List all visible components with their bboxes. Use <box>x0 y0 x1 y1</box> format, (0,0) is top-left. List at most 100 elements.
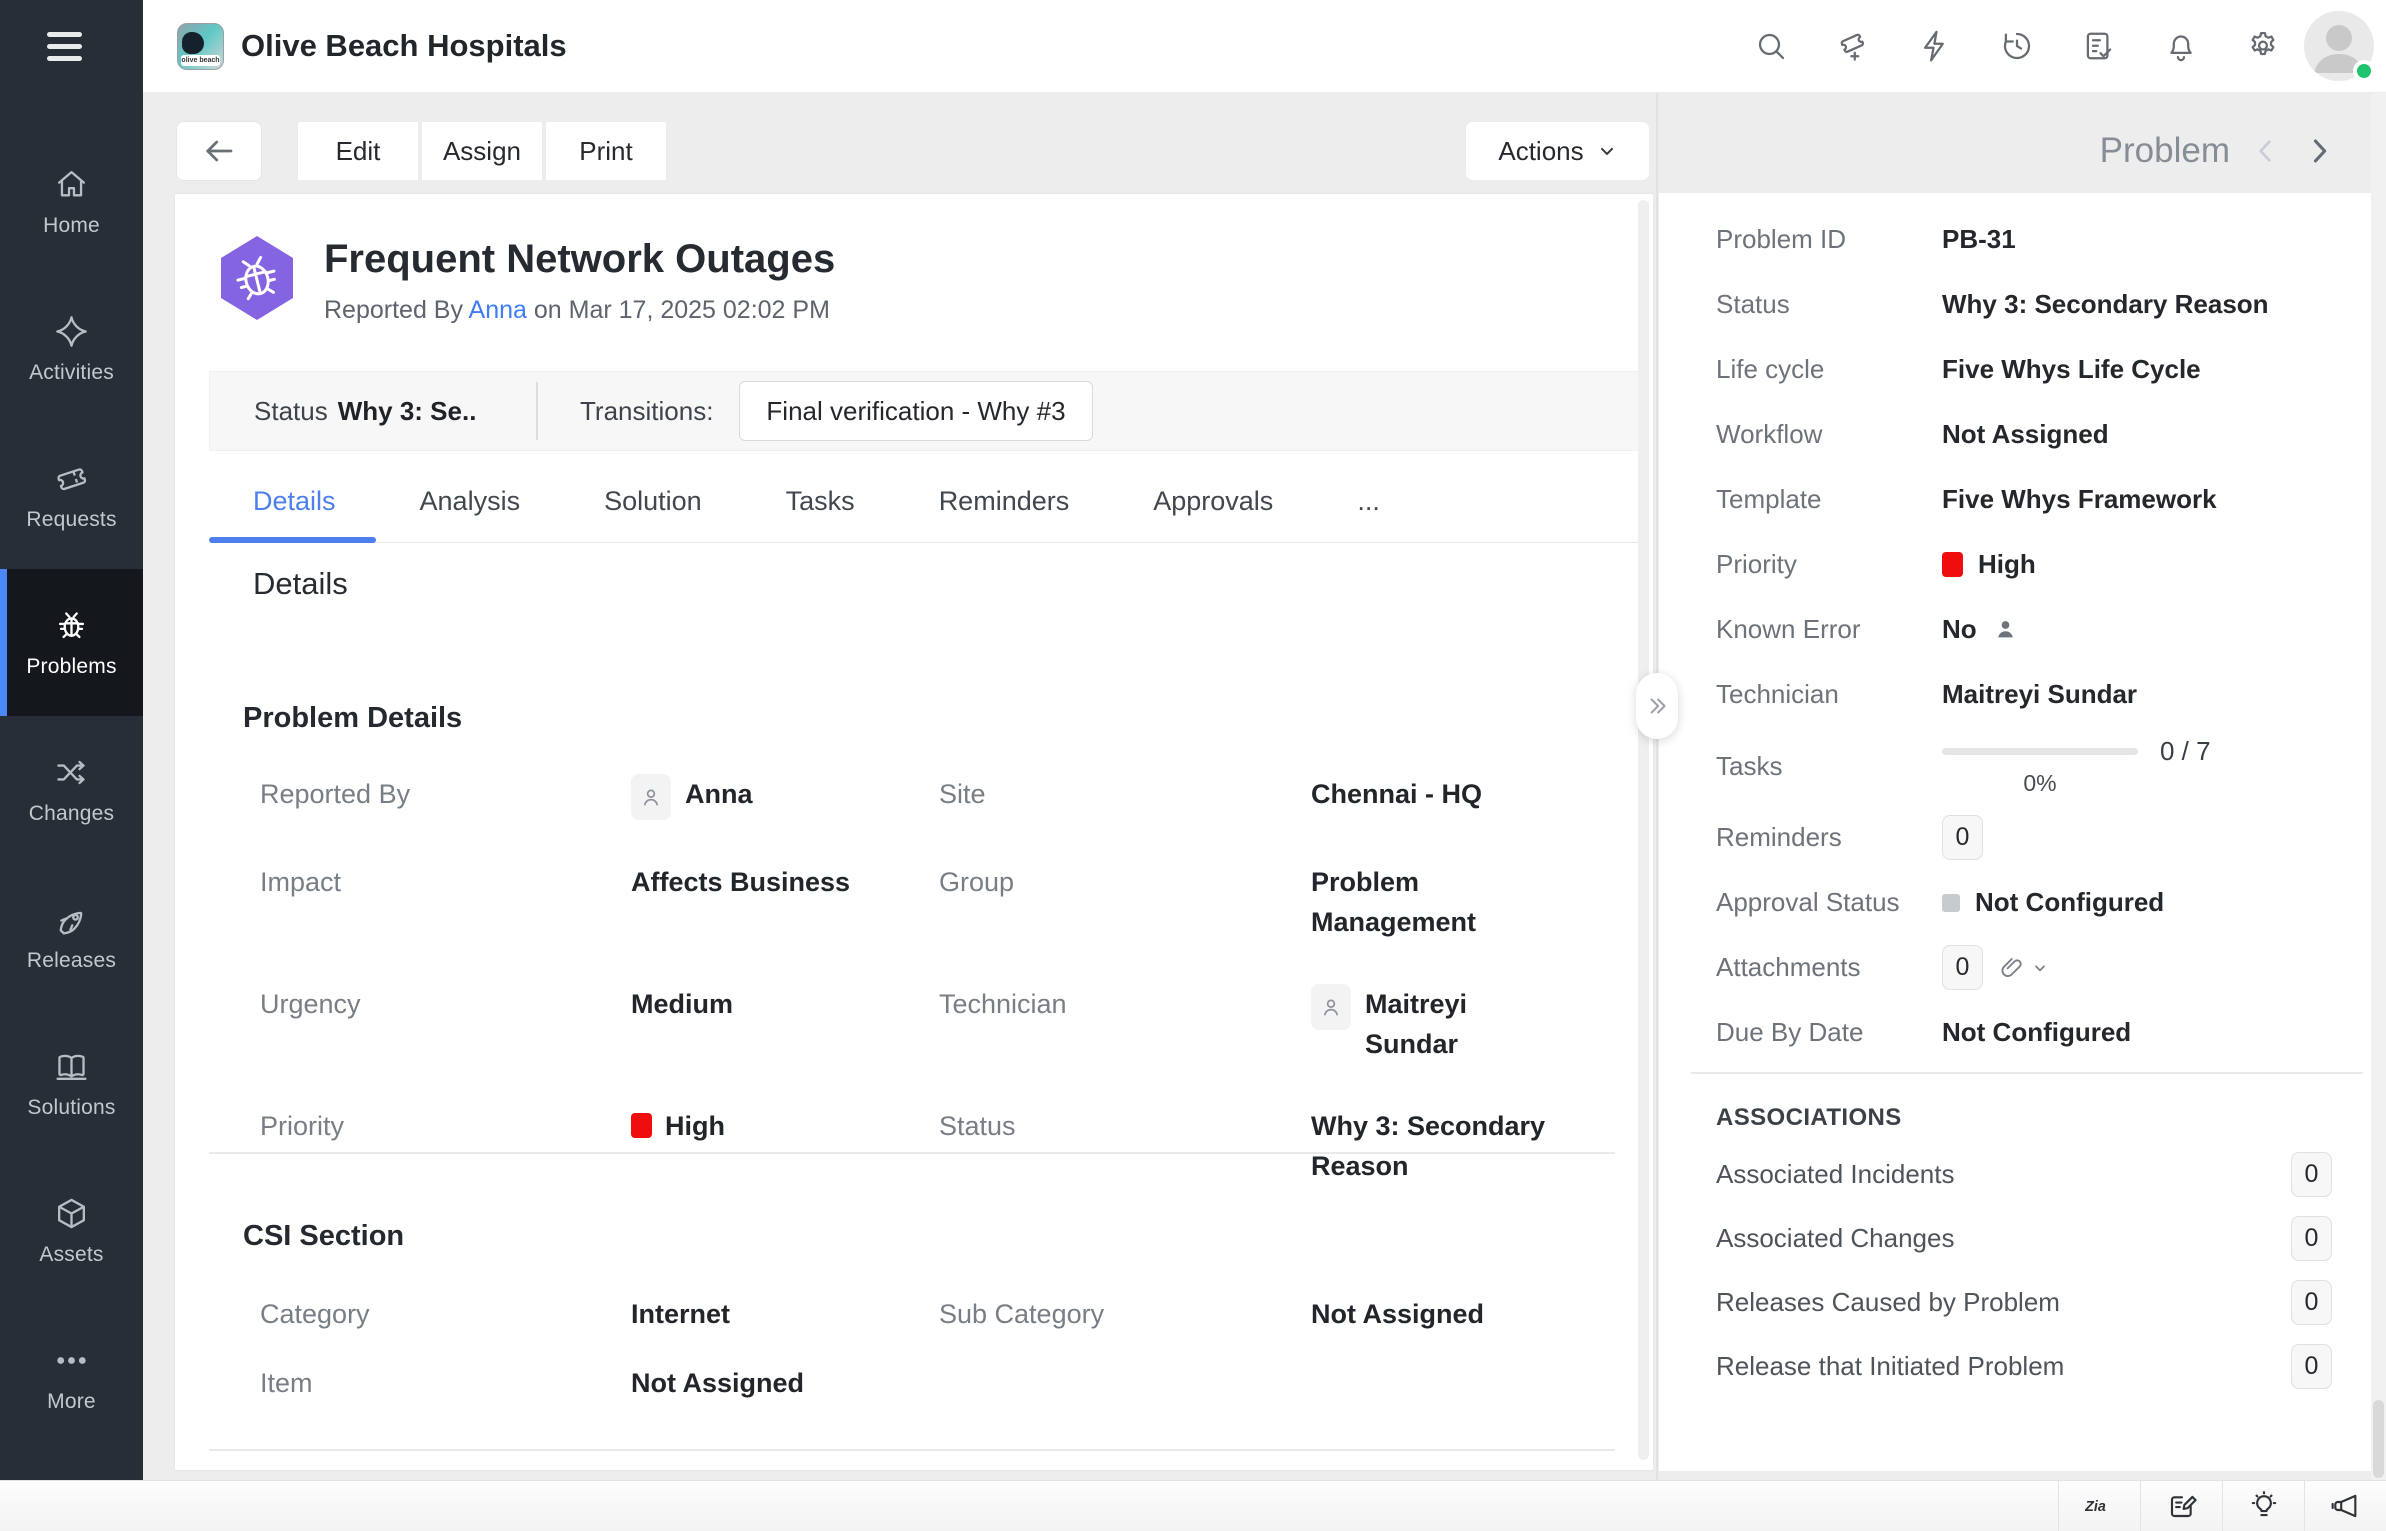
next-record-chevron-icon[interactable] <box>2302 134 2336 168</box>
add-request-icon[interactable] <box>1834 27 1872 65</box>
main-scrollbar-track[interactable] <box>1638 200 1649 1460</box>
back-button[interactable] <box>176 121 262 181</box>
task-summary-icon[interactable] <box>2080 27 2118 65</box>
search-icon[interactable] <box>1752 27 1790 65</box>
association-row: Associated Changes 0 <box>1716 1206 2371 1270</box>
sidebar-item-label: Assets <box>39 1243 103 1267</box>
sidebar-item-more[interactable]: More <box>0 1304 143 1451</box>
person-filled-icon[interactable] <box>1992 616 2019 643</box>
tab-details[interactable]: Details <box>253 461 336 542</box>
tab-more[interactable]: ... <box>1357 461 1380 542</box>
sidebar-item-activities[interactable]: Activities <box>0 275 143 422</box>
history-icon[interactable] <box>1998 27 2036 65</box>
priority-value: High <box>1942 549 2371 580</box>
panel-scrollbar-thumb[interactable] <box>2373 1400 2384 1478</box>
reminders-count-badge[interactable]: 0 <box>1942 815 1983 860</box>
priority-text: High <box>665 1111 725 1141</box>
tab-reminders[interactable]: Reminders <box>939 461 1070 542</box>
hamburger-menu-button[interactable] <box>0 0 143 93</box>
tasks-percent: 0% <box>1942 770 2138 797</box>
notifications-bell-icon[interactable] <box>2162 27 2200 65</box>
property-row: Technician Maitreyi Sundar <box>1716 662 2371 727</box>
user-avatar[interactable] <box>2304 11 2374 81</box>
associated-changes-link[interactable]: Associated Changes <box>1716 1223 1954 1254</box>
zia-assistant-button[interactable]: Zia <box>2058 1481 2140 1531</box>
problem-title-block: Frequent Network Outages Reported By Ann… <box>324 234 835 325</box>
field-value-impact: Affects Business <box>631 862 939 942</box>
topbar-actions <box>1752 27 2282 65</box>
property-label: Priority <box>1716 549 1942 580</box>
section-divider <box>209 1152 1615 1154</box>
edit-button[interactable]: Edit <box>297 121 419 181</box>
online-status-dot <box>2353 60 2375 82</box>
associated-incidents-link[interactable]: Associated Incidents <box>1716 1159 1954 1190</box>
field-label: Reported By <box>260 774 631 820</box>
sidebar-item-requests[interactable]: Requests <box>0 422 143 569</box>
tasks-progress-line: 0 / 7 <box>1942 736 2371 767</box>
problem-id-value: PB-31 <box>1942 224 2371 255</box>
notes-button[interactable] <box>2140 1481 2222 1531</box>
property-row: Life cycle Five Whys Life Cycle <box>1716 337 2371 402</box>
property-label: Workflow <box>1716 419 1942 450</box>
release-initiated-count-badge[interactable]: 0 <box>2291 1344 2332 1389</box>
toolbar-row: Edit Assign Print Actions Problem <box>143 93 2386 193</box>
tab-analysis[interactable]: Analysis <box>420 461 521 542</box>
problem-bug-badge-icon <box>217 234 297 322</box>
tab-approvals[interactable]: Approvals <box>1153 461 1273 542</box>
more-dots-icon <box>53 1342 90 1379</box>
reported-by-label: Reported By <box>324 296 463 324</box>
property-row: Template Five Whys Framework <box>1716 467 2371 532</box>
sidebar-item-problems[interactable]: Problems <box>0 569 143 716</box>
sidebar-item-solutions[interactable]: Solutions <box>0 1010 143 1157</box>
attachments-count-badge[interactable]: 0 <box>1942 945 1983 990</box>
hamburger-line <box>47 44 82 49</box>
actions-dropdown-button[interactable]: Actions <box>1465 121 1650 181</box>
properties-panel: Problem ID PB-31 Status Why 3: Secondary… <box>1659 193 2371 1471</box>
quick-actions-bolt-icon[interactable] <box>1916 27 1954 65</box>
reporter-link[interactable]: Anna <box>469 296 527 324</box>
associated-changes-count-badge[interactable]: 0 <box>2291 1216 2332 1261</box>
sidebar-item-changes[interactable]: Changes <box>0 716 143 863</box>
sidebar-item-releases[interactable]: Releases <box>0 863 143 1010</box>
entity-type-label: Problem <box>2100 131 2230 171</box>
panel-scrollbar-track[interactable] <box>2371 93 2386 1480</box>
priority-color-swatch <box>631 1113 652 1138</box>
sidebar-item-label: Changes <box>29 802 114 826</box>
releases-caused-link[interactable]: Releases Caused by Problem <box>1716 1287 2060 1318</box>
announcements-button[interactable] <box>2304 1481 2386 1531</box>
status-value: Why 3: Secondary Reason <box>1942 289 2371 320</box>
release-initiated-link[interactable]: Release that Initiated Problem <box>1716 1351 2064 1382</box>
sidebar-item-assets[interactable]: Assets <box>0 1157 143 1304</box>
cube-icon <box>53 1195 90 1232</box>
field-value-group: Problem Management <box>1311 862 1564 942</box>
field-label: Technician <box>939 984 1311 1064</box>
problem-details-heading: Problem Details <box>243 702 462 735</box>
print-button[interactable]: Print <box>545 121 667 181</box>
reporter-name[interactable]: Anna <box>685 774 753 814</box>
transition-action-button[interactable]: Final verification - Why #3 <box>739 381 1092 441</box>
assign-button[interactable]: Assign <box>421 121 543 181</box>
field-label: Priority <box>260 1106 631 1186</box>
suggestions-button[interactable] <box>2222 1481 2304 1531</box>
tab-tasks[interactable]: Tasks <box>786 461 855 542</box>
field-value-urgency: Medium <box>631 984 939 1064</box>
tasks-count: 0 / 7 <box>2160 736 2211 767</box>
previous-record-chevron-icon[interactable] <box>2250 135 2282 167</box>
org-logo[interactable]: olive beach <box>177 23 224 70</box>
status-divider <box>536 382 538 440</box>
field-label: Sub Category <box>939 1294 1311 1334</box>
property-row: Priority High <box>1716 532 2371 597</box>
priority-text: High <box>1978 549 2036 580</box>
sidebar-item-home[interactable]: Home <box>0 128 143 275</box>
releases-caused-count-badge[interactable]: 0 <box>2291 1280 2332 1325</box>
collapse-panel-button[interactable] <box>1636 673 1678 739</box>
technician-name[interactable]: Maitreyi Sundar <box>1365 984 1564 1064</box>
property-row: Approval Status Not Configured <box>1716 870 2371 935</box>
attachments-menu[interactable] <box>1998 954 2048 982</box>
problem-title: Frequent Network Outages <box>324 234 835 284</box>
settings-gear-icon[interactable] <box>2244 27 2282 65</box>
associated-incidents-count-badge[interactable]: 0 <box>2291 1152 2332 1197</box>
note-edit-icon <box>2166 1490 2198 1522</box>
field-value-item: Not Assigned <box>631 1363 939 1403</box>
tab-solution[interactable]: Solution <box>604 461 702 542</box>
